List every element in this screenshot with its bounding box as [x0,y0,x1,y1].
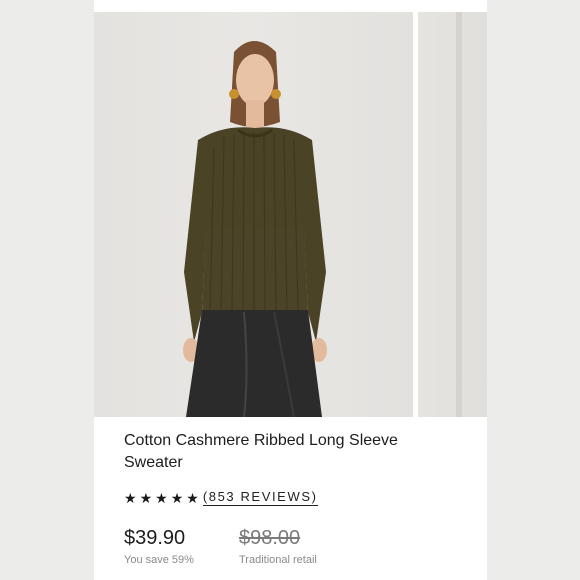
star-icon: ★ [186,489,199,506]
sale-price-block: $39.90 You save 59% [124,526,239,566]
image-shadow-edge [456,12,462,417]
star-icon: ★ [170,489,184,506]
rating-row: ★ ★ ★ ★ ★ (853 REVIEWS) [124,489,464,506]
image-carousel[interactable] [94,12,487,417]
sale-price: $39.90 [124,527,186,549]
star-icon: ★ [155,489,168,506]
model-photo [183,41,327,417]
next-product-image[interactable] [418,12,487,417]
reviews-link[interactable]: (853 REVIEWS) [202,489,318,506]
product-title: Cotton Cashmere Ribbed Long Sleeve Sweat… [124,432,398,471]
star-icon: ★ [139,489,153,506]
savings-note: You save 59% [124,554,194,566]
star-rating: ★ ★ ★ ★ ★ [124,490,199,506]
product-image[interactable] [94,12,413,417]
product-info: Cotton Cashmere Ribbed Long Sleeve Sweat… [124,430,464,566]
retail-price: $98.00 [239,527,301,549]
star-icon: ★ [124,489,137,506]
retail-price-block: $98.00 Traditional retail [239,526,354,566]
product-page: Cotton Cashmere Ribbed Long Sleeve Sweat… [94,0,487,580]
price-row: $39.90 You save 59% $98.00 Traditional r… [124,526,464,566]
retail-label: Traditional retail [239,554,317,566]
